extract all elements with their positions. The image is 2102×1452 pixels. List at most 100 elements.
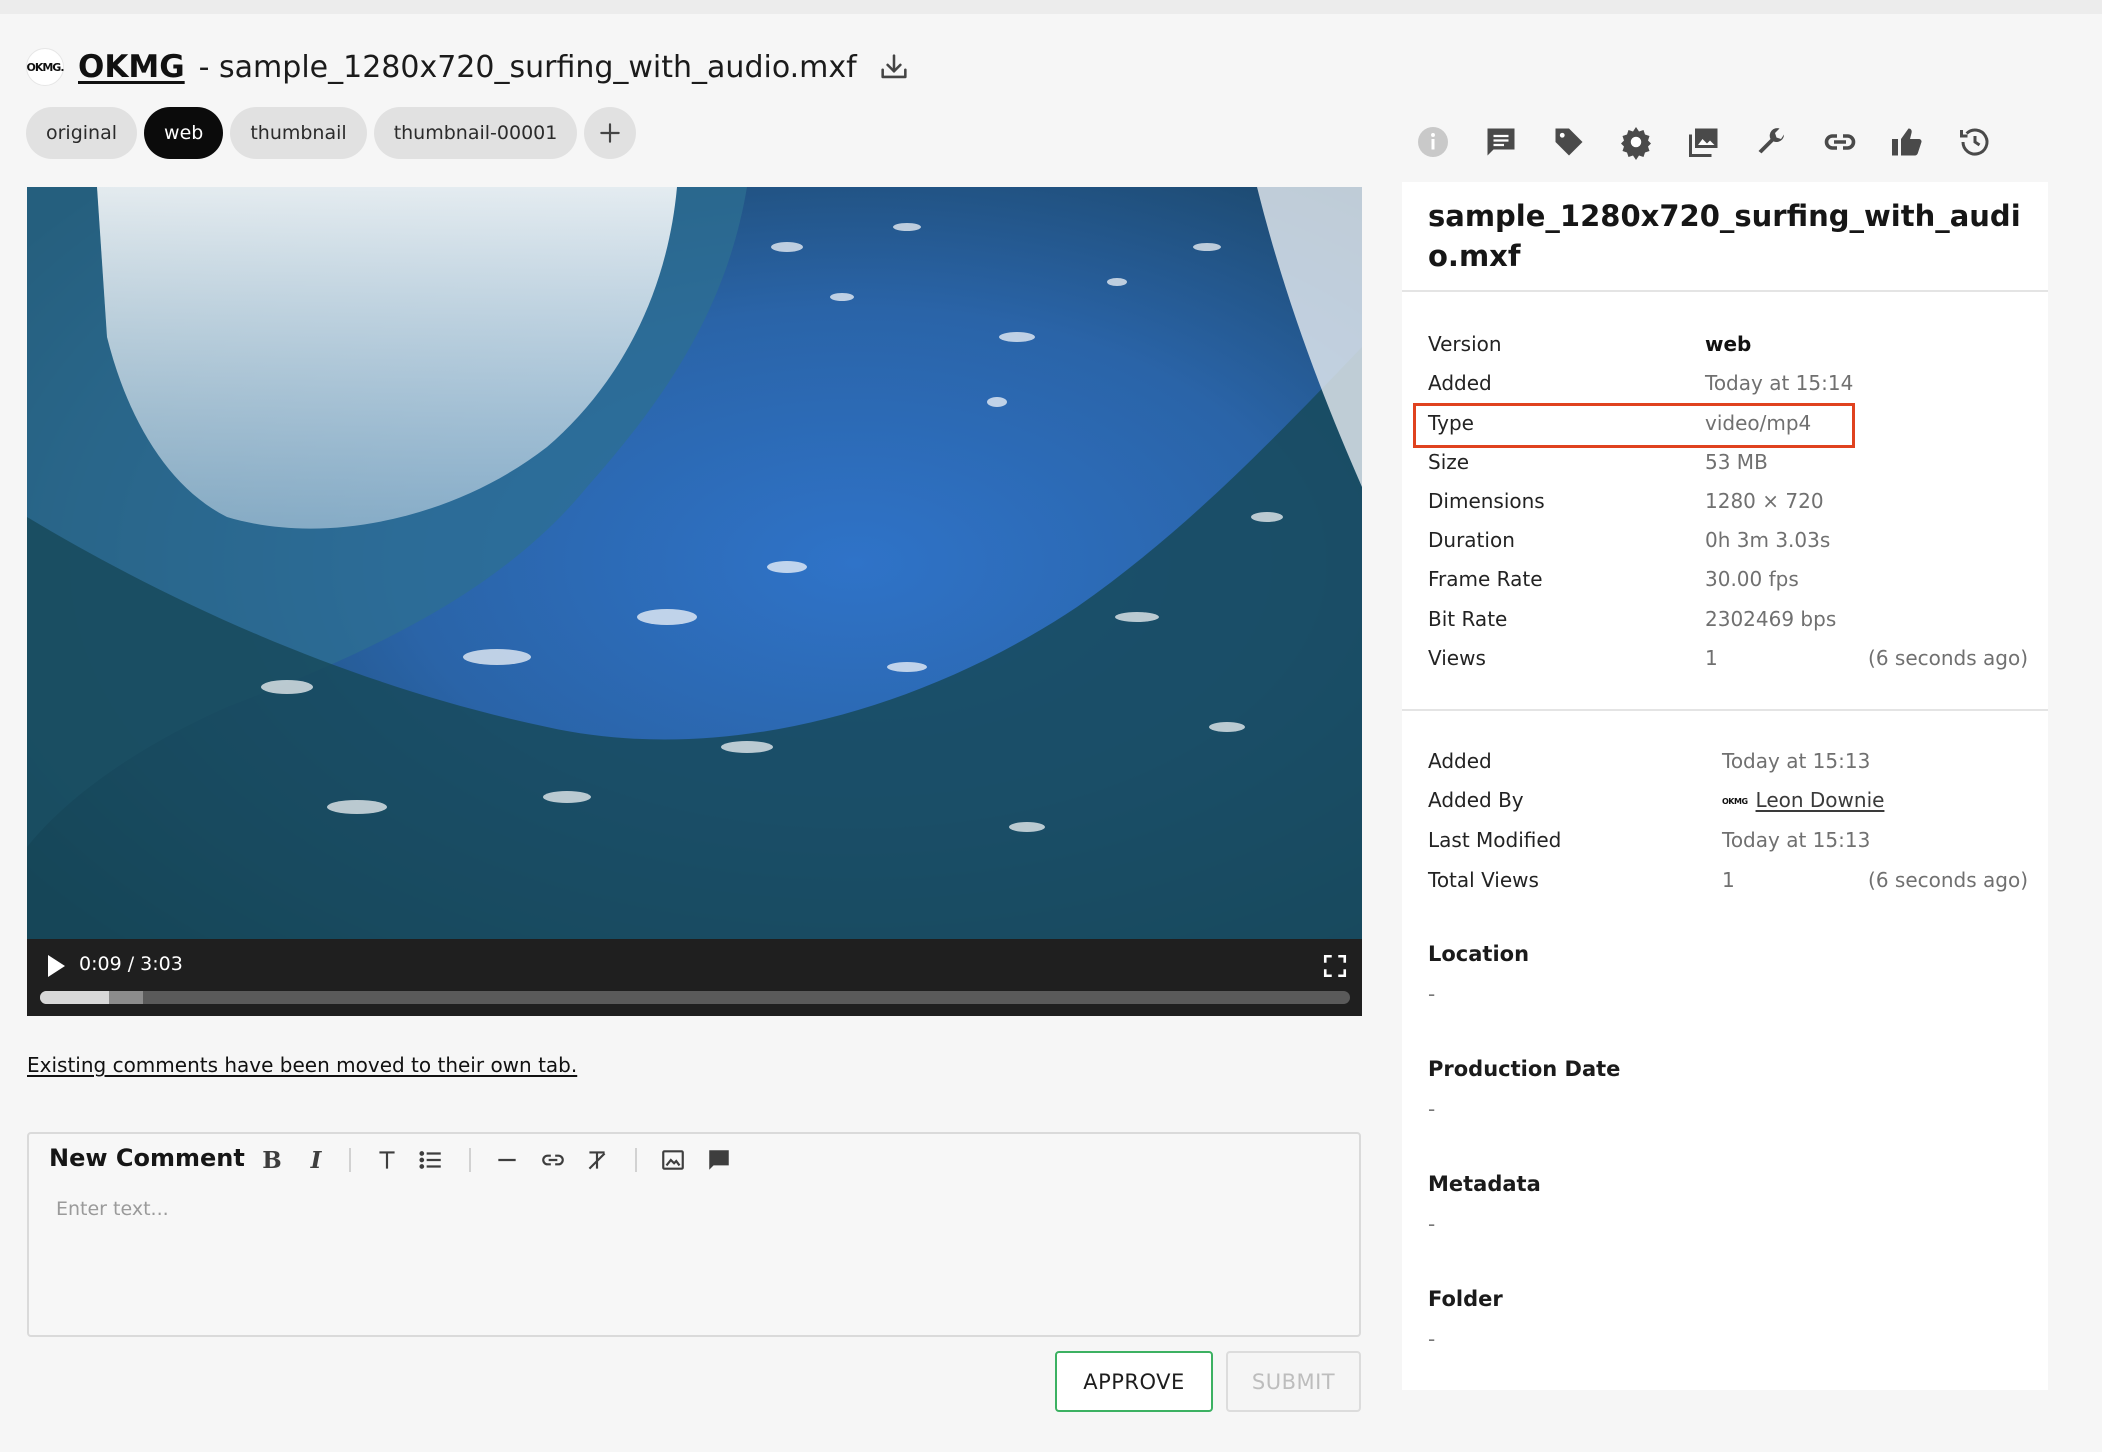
comments-moved-link[interactable]: Existing comments have been moved to the…	[27, 1053, 577, 1077]
comment-input[interactable]	[56, 1198, 1326, 1318]
version-tab-thumbnail-00001[interactable]: thumbnail-00001	[373, 107, 578, 159]
version-tab-original[interactable]: original	[26, 107, 138, 159]
info-row-bit-rate: Bit Rate 2302469 bps	[1428, 600, 2028, 638]
info-value: 30.00 fps	[1705, 567, 1799, 591]
section-production-date-label: Production Date	[1428, 1057, 1621, 1081]
section-folder-value: -	[1428, 1327, 1436, 1351]
user-avatar-logo: OKMG	[1722, 796, 1748, 806]
info-label: Version	[1428, 332, 1502, 356]
thumbs-up-icon[interactable]	[1888, 123, 1926, 161]
okmg-logo[interactable]: OKMG.	[26, 48, 65, 86]
info-label: Frame Rate	[1428, 567, 1543, 591]
asset-title: sample_1280x720_surfing_with_audio.mxf	[1428, 199, 2021, 273]
link-icon[interactable]	[537, 1144, 569, 1176]
info-row-size: Size 53 MB	[1428, 443, 2028, 481]
italic-icon[interactable]: I	[301, 1144, 331, 1176]
approve-button[interactable]: APPROVE	[1055, 1351, 1213, 1412]
info-value: Today at 15:13	[1722, 749, 1871, 773]
wrench-icon[interactable]	[1753, 123, 1791, 161]
asset-row-added: Added Today at 15:13	[1428, 742, 2028, 780]
add-version-button[interactable]	[584, 107, 637, 159]
toolbar-divider	[349, 1148, 351, 1172]
horizontal-rule-icon[interactable]	[491, 1144, 523, 1176]
page-title: - sample_1280x720_surfing_with_audio.mxf	[198, 49, 857, 85]
info-value: web	[1705, 332, 1752, 356]
play-icon[interactable]	[45, 953, 67, 979]
submit-button[interactable]: SUBMIT	[1226, 1351, 1361, 1412]
video-time: 0:09 / 3:03	[79, 953, 183, 975]
info-label: Size	[1428, 450, 1470, 474]
info-value: 53 MB	[1705, 450, 1768, 474]
info-row-version: Version web	[1428, 325, 2028, 363]
info-label: Bit Rate	[1428, 607, 1508, 631]
video-frame	[27, 187, 1362, 939]
image-icon[interactable]	[657, 1144, 689, 1176]
added-by-user-link[interactable]: Leon Downie	[1756, 788, 1885, 812]
asset-row-added-by: Added By OKMG Leon Downie	[1428, 781, 2028, 819]
version-tabs: original web thumbnail thumbnail-00001	[26, 107, 637, 159]
download-icon[interactable]	[877, 50, 911, 84]
asset-row-last-modified: Last Modified Today at 15:13	[1428, 821, 2028, 859]
info-label: Added By	[1428, 788, 1524, 812]
info-value: 1	[1722, 868, 1735, 892]
section-production-date-value: -	[1428, 1097, 1436, 1121]
version-tab-web[interactable]: web	[144, 107, 224, 159]
type-row-highlight	[1413, 403, 1855, 448]
version-tab-thumbnail[interactable]: thumbnail	[230, 107, 367, 159]
info-row-views: Views 1 (6 seconds ago)	[1428, 639, 2028, 677]
info-label: Duration	[1428, 528, 1515, 552]
info-value: Today at 15:13	[1722, 828, 1871, 852]
section-folder-label: Folder	[1428, 1287, 1503, 1311]
divider	[1402, 290, 2048, 292]
bold-icon[interactable]: B	[257, 1144, 287, 1176]
info-extra: (6 seconds ago)	[1868, 646, 2028, 670]
info-icon[interactable]	[1414, 123, 1452, 161]
info-value: 2302469 bps	[1705, 607, 1837, 631]
info-label: Added	[1428, 371, 1492, 395]
fullscreen-icon[interactable]	[1322, 953, 1348, 979]
asset-header: OKMG. OKMG - sample_1280x720_surfing_wit…	[26, 46, 911, 88]
tag-icon[interactable]	[1550, 123, 1588, 161]
info-row-frame-rate: Frame Rate 30.00 fps	[1428, 560, 2028, 598]
info-label: Dimensions	[1428, 489, 1545, 513]
info-label: Added	[1428, 749, 1492, 773]
divider	[1402, 709, 2048, 711]
comment-title: New Comment	[49, 1144, 245, 1172]
info-label: Views	[1428, 646, 1486, 670]
video-controls: 0:09 / 3:03	[27, 939, 1362, 1016]
info-label: Last Modified	[1428, 828, 1562, 852]
new-comment-box: New Comment B I	[27, 1132, 1361, 1337]
info-row-duration: Duration 0h 3m 3.03s	[1428, 521, 2028, 559]
section-metadata-value: -	[1428, 1212, 1436, 1236]
toolbar-divider	[469, 1148, 471, 1172]
history-icon[interactable]	[1956, 123, 1994, 161]
clear-format-icon[interactable]	[581, 1144, 613, 1176]
info-value: OKMG Leon Downie	[1722, 781, 1884, 821]
info-value: 1280 × 720	[1705, 489, 1824, 513]
comment-icon[interactable]	[703, 1144, 735, 1176]
list-icon[interactable]	[415, 1144, 447, 1176]
section-location-label: Location	[1428, 942, 1530, 966]
settings-icon[interactable]	[1617, 123, 1655, 161]
text-size-icon[interactable]	[371, 1144, 403, 1176]
brand-link[interactable]: OKMG	[78, 49, 185, 85]
info-row-dimensions: Dimensions 1280 × 720	[1428, 482, 2028, 520]
top-strip	[0, 0, 2102, 14]
info-row-added: Added Today at 15:14	[1428, 364, 2028, 402]
asset-panel-tabs	[1414, 117, 1994, 167]
gallery-icon[interactable]	[1685, 123, 1723, 161]
section-metadata-label: Metadata	[1428, 1172, 1541, 1196]
link-icon[interactable]	[1821, 123, 1859, 161]
info-value: Today at 15:14	[1705, 371, 1854, 395]
video-progress-bar[interactable]	[40, 991, 1350, 1004]
info-extra: (6 seconds ago)	[1868, 868, 2028, 892]
section-location-value: -	[1428, 982, 1436, 1006]
toolbar-divider	[635, 1148, 637, 1172]
plus-icon	[600, 123, 621, 143]
video-player[interactable]: 0:09 / 3:03	[27, 187, 1362, 1016]
asset-row-total-views: Total Views 1 (6 seconds ago)	[1428, 861, 2028, 899]
comments-icon[interactable]	[1482, 123, 1520, 161]
info-value: 0h 3m 3.03s	[1705, 528, 1831, 552]
info-label: Total Views	[1428, 868, 1539, 892]
info-value: 1	[1705, 646, 1718, 670]
